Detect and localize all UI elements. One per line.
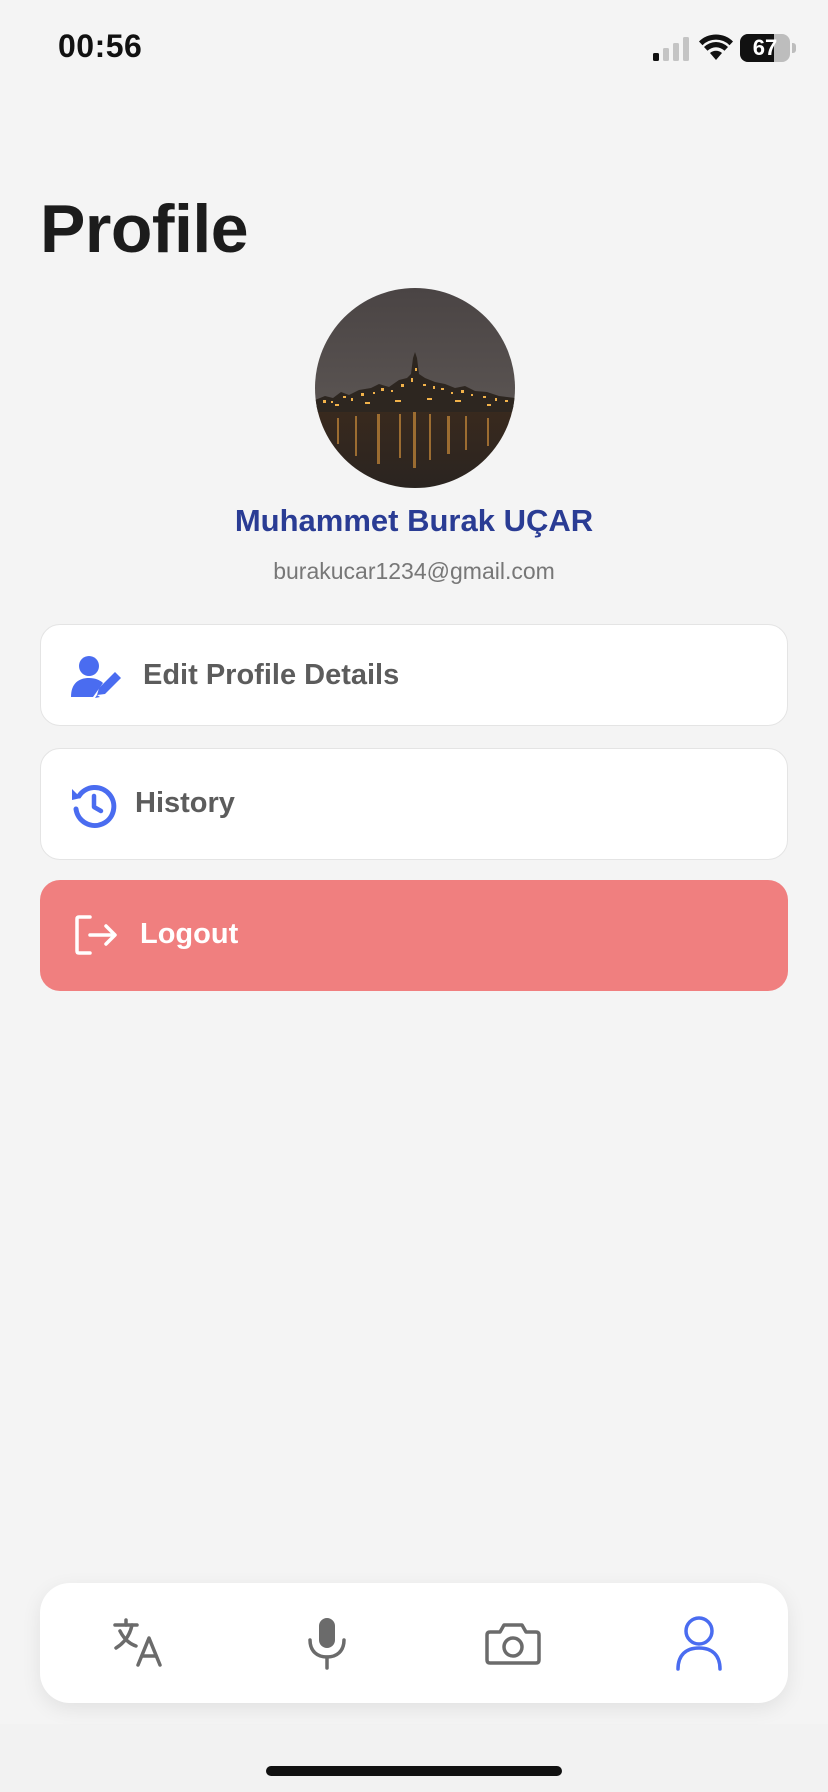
profile-tab[interactable] xyxy=(667,1611,731,1675)
microphone-tab[interactable] xyxy=(295,1611,359,1675)
edit-profile-label: Edit Profile Details xyxy=(143,659,400,691)
home-indicator[interactable] xyxy=(266,1766,562,1776)
bottom-navigation xyxy=(40,1583,788,1703)
battery-level: 67 xyxy=(752,35,778,60)
bottom-safe-area xyxy=(0,1724,828,1792)
edit-profile-button[interactable]: Edit Profile Details xyxy=(40,624,788,726)
user-name: Muhammet Burak UÇAR xyxy=(234,503,594,538)
avatar-image xyxy=(315,288,515,488)
camera-icon xyxy=(485,1623,541,1665)
battery-cap xyxy=(792,43,796,53)
wifi-icon xyxy=(699,34,733,60)
page-title: Profile xyxy=(40,191,249,267)
translate-icon xyxy=(113,1618,162,1667)
logout-label: Logout xyxy=(140,918,239,950)
status-bar: 00:56 67 xyxy=(0,0,828,100)
microphone-icon xyxy=(308,1618,346,1670)
history-button[interactable]: History xyxy=(40,748,788,860)
user-edit-icon xyxy=(71,655,123,699)
battery-icon: 67 xyxy=(740,34,790,62)
status-time: 00:56 xyxy=(58,28,143,64)
user-email: burakucar1234@gmail.com xyxy=(273,558,555,584)
translate-tab[interactable] xyxy=(106,1611,170,1675)
profile-icon xyxy=(676,1616,722,1671)
history-icon xyxy=(71,783,117,829)
avatar[interactable] xyxy=(315,288,515,488)
cellular-signal-icon xyxy=(653,37,689,61)
logout-button[interactable]: Logout xyxy=(40,880,788,991)
history-label: History xyxy=(135,787,235,819)
camera-tab[interactable] xyxy=(481,1611,545,1675)
logout-icon xyxy=(74,914,118,956)
